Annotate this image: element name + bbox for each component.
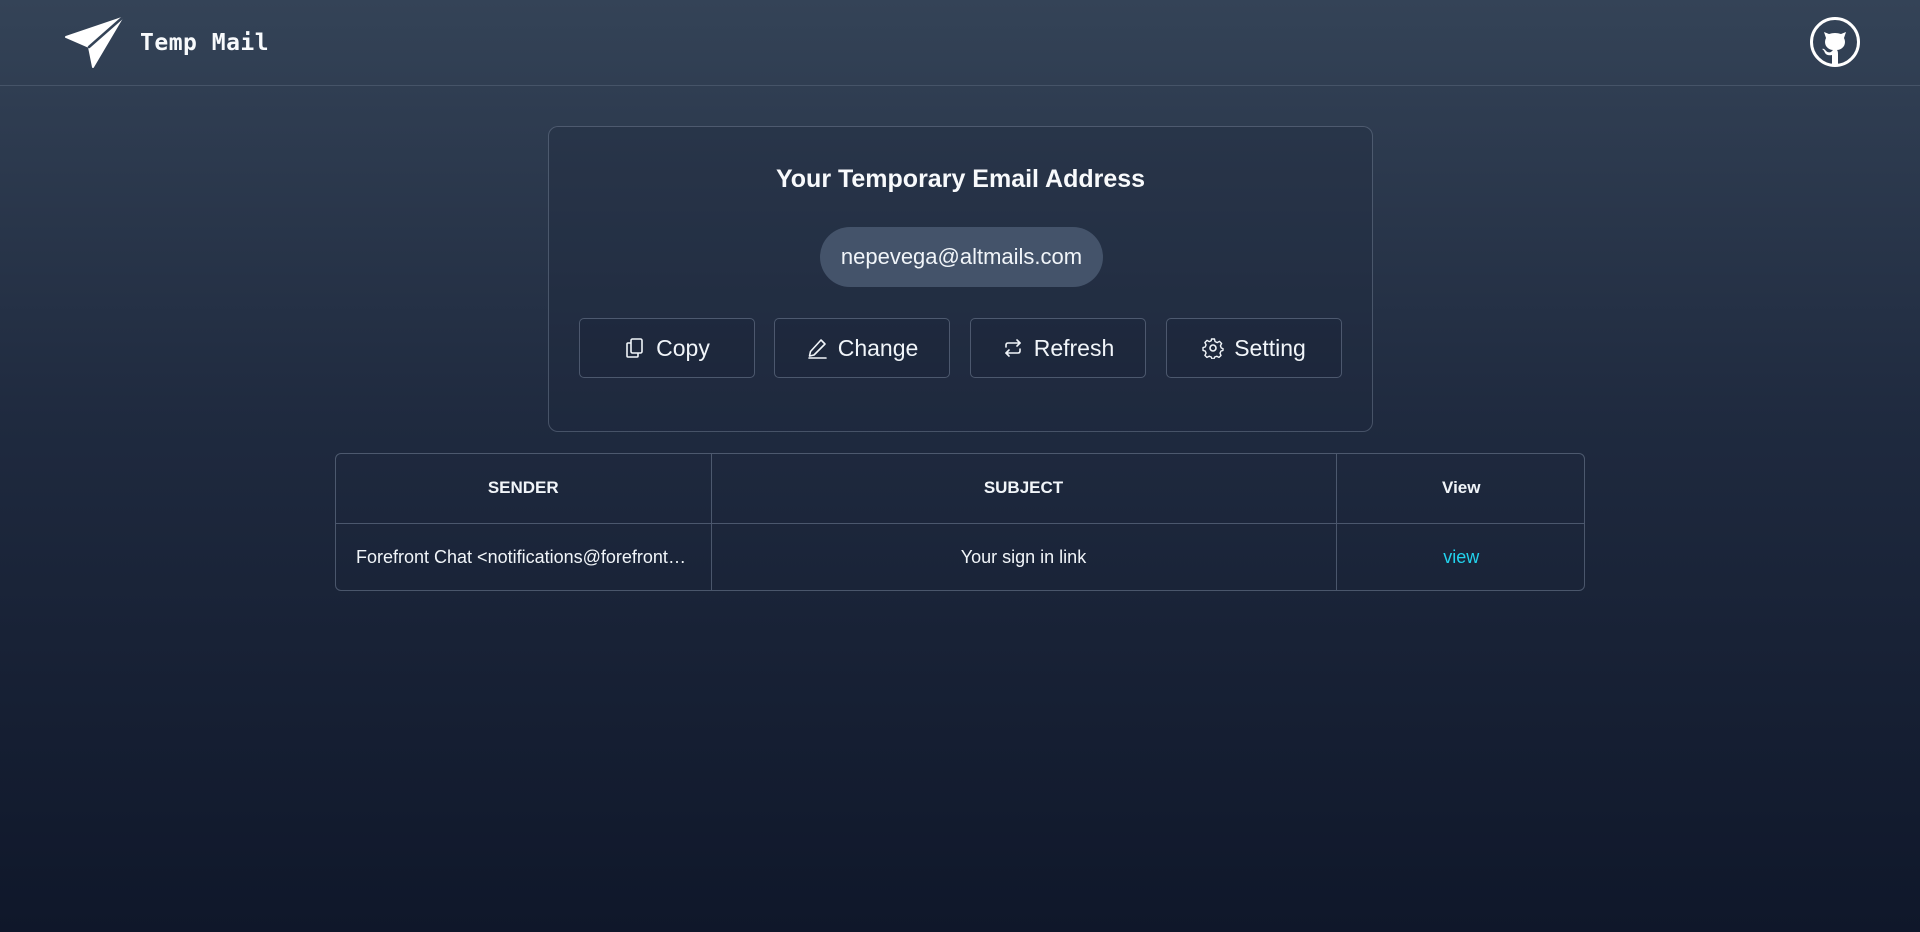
column-header-subject: SUBJECT (711, 454, 1337, 523)
paper-plane-icon (65, 17, 124, 68)
column-header-sender: SENDER (336, 454, 712, 523)
view-email-link[interactable]: view (1443, 547, 1479, 567)
copy-button-label: Copy (656, 334, 710, 361)
top-navbar: Temp Mail (0, 0, 1920, 86)
refresh-button-label: Refresh (1033, 334, 1115, 361)
github-link[interactable] (1809, 16, 1861, 68)
copy-button[interactable]: Copy (579, 318, 755, 378)
github-icon (1810, 17, 1860, 67)
pencil-icon (807, 339, 827, 359)
brand-home-link[interactable]: Temp Mail (64, 17, 270, 68)
gear-icon (1202, 338, 1224, 359)
setting-button[interactable]: Setting (1166, 318, 1342, 378)
email-address[interactable]: nepevega@altmails.com (820, 227, 1103, 287)
setting-button-label: Setting (1234, 334, 1306, 361)
table-row: Forefront Chat <notifications@forefront.… (336, 523, 1584, 590)
table-header-row: SENDER SUBJECT View (336, 454, 1584, 523)
change-button[interactable]: Change (774, 318, 950, 378)
email-view-cell: view (1336, 523, 1584, 590)
email-sender: Forefront Chat <notifications@forefront.… (336, 523, 712, 590)
email-subject: Your sign in link (711, 523, 1337, 590)
copy-icon (626, 338, 643, 358)
refresh-icon (1004, 339, 1021, 357)
app-name: Temp Mail (140, 30, 270, 56)
card-title: Your Temporary Email Address (775, 165, 1146, 193)
column-header-view: View (1442, 478, 1481, 498)
email-card: Your Temporary Email Address nepevega@al… (548, 126, 1373, 432)
change-button-label: Change (837, 334, 919, 361)
inbox-table: SENDER SUBJECT View Forefront Chat <noti… (335, 453, 1585, 591)
refresh-button[interactable]: Refresh (970, 318, 1146, 378)
